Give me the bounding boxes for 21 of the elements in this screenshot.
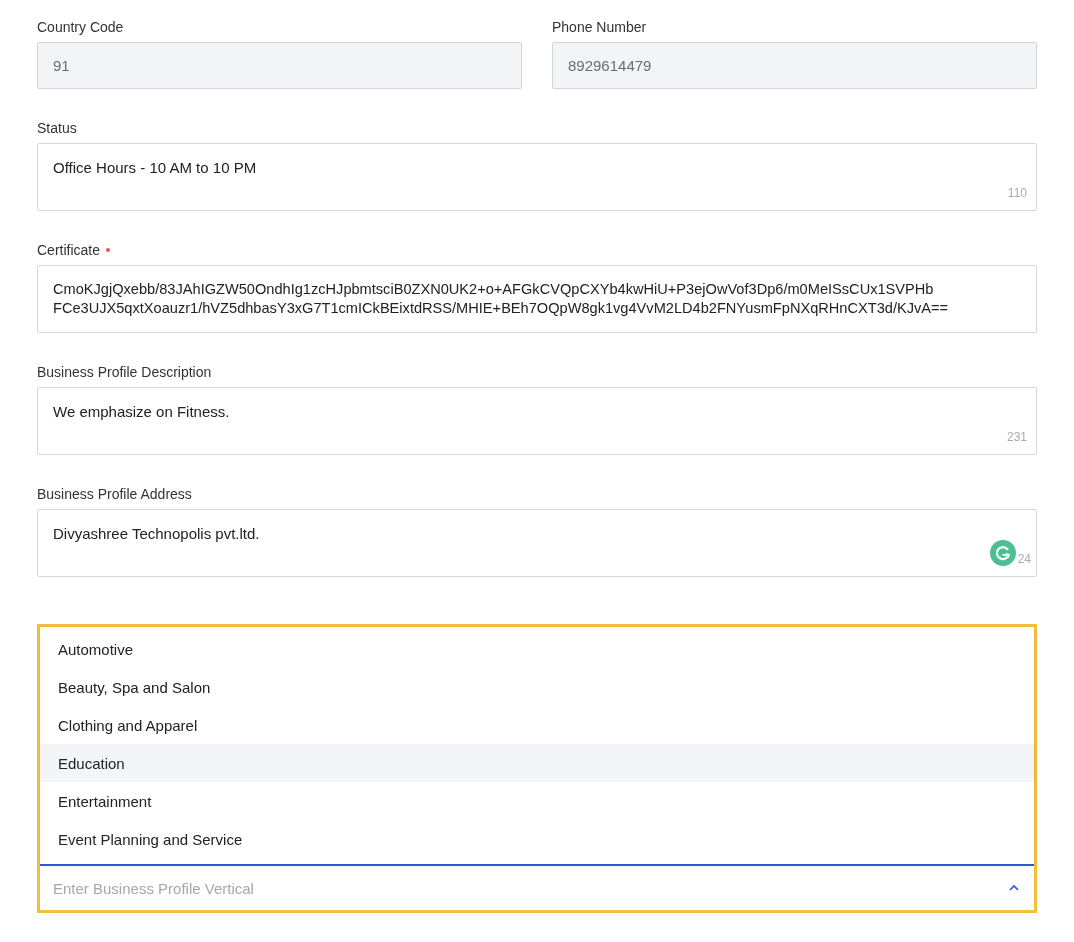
field-label: Certificate: [37, 241, 101, 259]
dropdown-option[interactable]: Event Planning and Service: [40, 820, 1034, 858]
character-counter: 110: [1007, 186, 1027, 200]
field-label: Business Profile Description: [37, 363, 212, 381]
placeholder-text: Enter Business Profile Vertical: [53, 879, 255, 897]
field-label: Phone Number: [552, 18, 647, 36]
text-area-field[interactable]: We emphasize on Fitness. 231: [37, 387, 1037, 455]
text-area-field[interactable]: Office Hours - 10 AM to 10 PM 110: [37, 143, 1037, 211]
field-label: Country Code: [37, 18, 124, 36]
dropdown-option[interactable]: Education: [40, 744, 1034, 782]
field-label: Business Profile Address: [37, 485, 192, 503]
text-area-field[interactable]: CmoKJgjQxebb/83JAhIGZW50OndhIg1zcHJpbmtsciB0ZXN0UK2+o+AFGkCVQpCXYb4kwHiU+P3ejOwVof3Dp6/m0MeISsCUx1SVPHb FCe3UJX5qxtXoauzr1/hVZ5dhbasY3xG7T1cmICkBEixtdRSS/MHIE+BEh7OQpW8gk1vg4VvM2LD4b2FNYusmFpNXqRHnCXT3d/KJvA==: [37, 265, 1037, 333]
chevron-up-icon[interactable]: [1008, 884, 1020, 892]
dropdown-option[interactable]: Automotive: [40, 630, 1034, 668]
field-label: Status: [37, 119, 77, 137]
dropdown-option[interactable]: Clothing and Apparel: [40, 706, 1034, 744]
dropdown-option[interactable]: Entertainment: [40, 782, 1034, 820]
dropdown-option[interactable]: Beauty, Spa and Salon: [40, 668, 1034, 706]
text-area-field[interactable]: Divyashree Technopolis pvt.ltd. 24: [37, 509, 1037, 577]
character-counter: 24: [1017, 552, 1031, 566]
character-counter: 231: [1006, 430, 1027, 444]
